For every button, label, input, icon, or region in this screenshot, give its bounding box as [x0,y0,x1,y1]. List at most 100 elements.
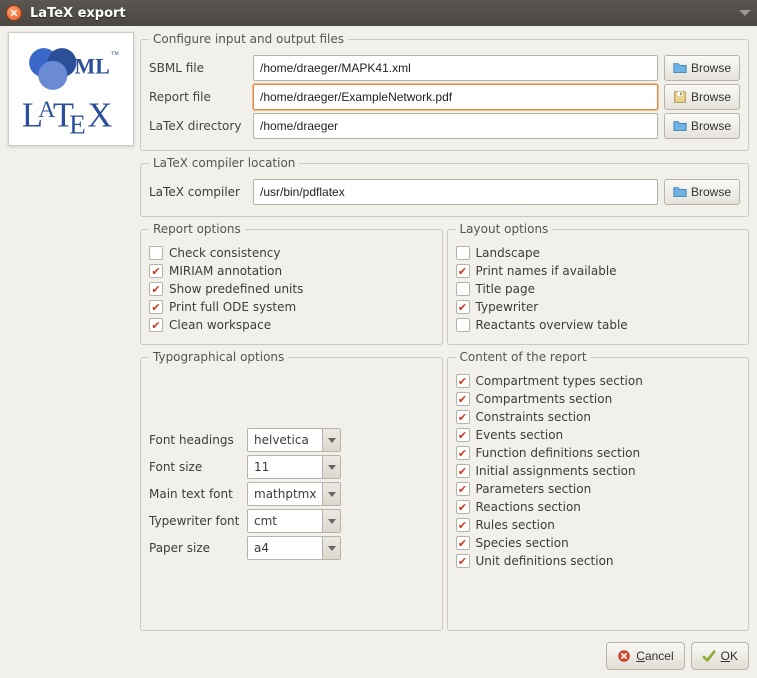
ok-button[interactable]: OK [691,642,749,670]
content-option-checkbox[interactable] [456,428,470,442]
layout-option-label: Title page [476,282,536,296]
content-option-label: Unit definitions section [476,554,614,568]
report-option-checkbox[interactable] [149,264,163,278]
window-close-button[interactable] [6,5,22,21]
content-option-row: Species section [456,536,741,550]
report-option-row: MIRIAM annotation [149,264,434,278]
label-sbml-file: SBML file [149,61,247,75]
browse-compiler-button[interactable]: Browse [664,179,740,205]
content-option-row: Unit definitions section [456,554,741,568]
row-report-file: Report file Browse [149,84,740,110]
report-option-checkbox[interactable] [149,300,163,314]
content-option-label: Species section [476,536,569,550]
report-option-row: Print full ODE system [149,300,434,314]
report-option-checkbox[interactable] [149,318,163,332]
content-option-label: Function definitions section [476,446,641,460]
sbml-latex-logo-icon: ML ™ L A T E X [16,39,126,139]
content-option-checkbox[interactable] [456,374,470,388]
typo-select-value: helvetica [248,433,322,447]
layout-option-checkbox[interactable] [456,300,470,314]
typo-label: Main text font [149,487,241,501]
fieldset-layout-options: Layout options Landscape Print names if a… [447,222,750,345]
fieldset-report-options: Report options Check consistencyMIRIAM a… [140,222,443,345]
typo-row: Font size 11 [149,455,434,479]
layout-option-checkbox[interactable] [456,282,470,296]
typo-row: Main text font mathptmx [149,482,434,506]
report-option-label: Check consistency [169,246,281,260]
report-option-label: Clean workspace [169,318,271,332]
folder-icon [673,119,687,133]
browse-label: Browse [691,90,731,104]
fieldset-compiler: LaTeX compiler location LaTeX compiler B… [140,156,749,217]
content-option-checkbox[interactable] [456,518,470,532]
typo-select[interactable]: helvetica [247,428,341,452]
cancel-label: Cancel [636,649,673,663]
report-option-checkbox[interactable] [149,246,163,260]
input-sbml-file[interactable] [253,55,658,81]
layout-option-checkbox[interactable] [456,246,470,260]
content-option-row: Reactions section [456,500,741,514]
content-option-row: Events section [456,428,741,442]
typo-label: Paper size [149,541,241,555]
svg-text:ML: ML [75,55,110,79]
main-column: Configure input and output files SBML fi… [140,32,749,634]
input-report-file[interactable] [253,84,658,110]
typo-select[interactable]: cmt [247,509,341,533]
ok-label: OK [721,649,738,663]
content-option-label: Events section [476,428,564,442]
content-area: ML ™ L A T E X Configure input and outpu… [0,26,757,638]
layout-option-label: Reactants overview table [476,318,628,332]
typo-label: Font size [149,460,241,474]
row-compiler: LaTeX compiler Browse [149,179,740,205]
content-option-checkbox[interactable] [456,392,470,406]
typo-select-value: 11 [248,460,322,474]
report-option-checkbox[interactable] [149,282,163,296]
dialog-footer: Cancel OK [0,638,757,678]
input-compiler[interactable] [253,179,658,205]
content-option-checkbox[interactable] [456,446,470,460]
content-option-row: Initial assignments section [456,464,741,478]
browse-sbml-button[interactable]: Browse [664,55,740,81]
content-option-checkbox[interactable] [456,536,470,550]
browse-label: Browse [691,119,731,133]
layout-option-row: Landscape [456,246,741,260]
label-compiler: LaTeX compiler [149,185,247,199]
typo-select[interactable]: a4 [247,536,341,560]
content-option-label: Initial assignments section [476,464,636,478]
browse-dir-button[interactable]: Browse [664,113,740,139]
typo-select[interactable]: 11 [247,455,341,479]
legend-layout-options: Layout options [456,222,553,236]
report-option-label: Show predefined units [169,282,303,296]
app-logo: ML ™ L A T E X [8,32,134,146]
svg-text:™: ™ [111,50,119,59]
window-menu-icon[interactable] [739,10,751,16]
layout-option-checkbox[interactable] [456,264,470,278]
typo-select[interactable]: mathptmx [247,482,341,506]
layout-option-row: Title page [456,282,741,296]
typo-label: Typewriter font [149,514,241,528]
ok-icon [702,649,716,663]
cancel-button[interactable]: Cancel [606,642,684,670]
label-latex-dir: LaTeX directory [149,119,247,133]
content-option-checkbox[interactable] [456,554,470,568]
layout-option-row: Reactants overview table [456,318,741,332]
window: LaTeX export ML ™ L A T E X Configure [0,0,757,678]
report-option-label: MIRIAM annotation [169,264,282,278]
browse-report-button[interactable]: Browse [664,84,740,110]
content-option-checkbox[interactable] [456,500,470,514]
svg-text:X: X [87,96,112,134]
options-row-2: Typographical options Font headingshelve… [140,350,749,634]
layout-option-checkbox[interactable] [456,318,470,332]
layout-option-row: Print names if available [456,264,741,278]
fieldset-content-report: Content of the report Compartment types … [447,350,750,631]
cancel-icon [617,649,631,663]
content-option-checkbox[interactable] [456,464,470,478]
input-latex-dir[interactable] [253,113,658,139]
legend-compiler: LaTeX compiler location [149,156,299,170]
content-option-checkbox[interactable] [456,482,470,496]
content-option-row: Constraints section [456,410,741,424]
browse-label: Browse [691,61,731,75]
typo-select-value: mathptmx [248,487,322,501]
content-option-checkbox[interactable] [456,410,470,424]
chevron-down-icon [322,429,340,451]
